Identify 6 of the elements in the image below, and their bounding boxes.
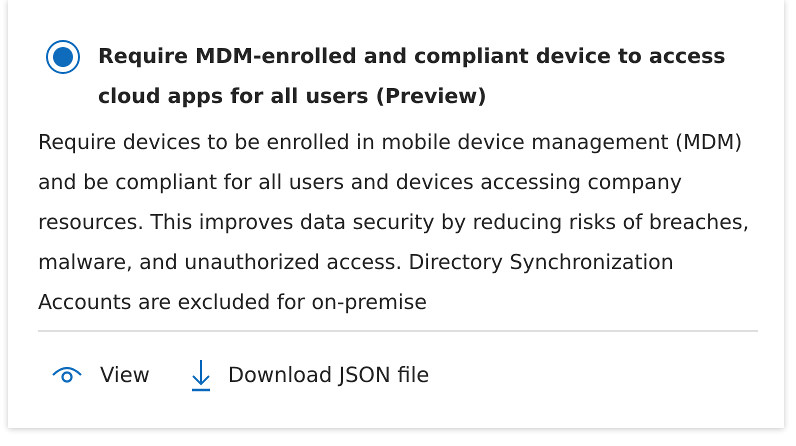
download-icon bbox=[190, 358, 212, 392]
radio-button[interactable] bbox=[46, 40, 80, 74]
option-description: Require devices to be enrolled in mobile device management (MDM) and be compliant for all users and devices accessing company resources. This improves data security by reducing risks of breaches, malware, and unauthorized access. Directory Synchronization Accounts are excluded for on-premise bbox=[38, 129, 750, 316]
option-title: Require MDM-enrolled and compliant device to access cloud apps for all users (Preview) bbox=[98, 43, 726, 110]
download-button[interactable]: Download JSON file bbox=[190, 358, 430, 392]
view-button[interactable]: View bbox=[50, 358, 150, 392]
